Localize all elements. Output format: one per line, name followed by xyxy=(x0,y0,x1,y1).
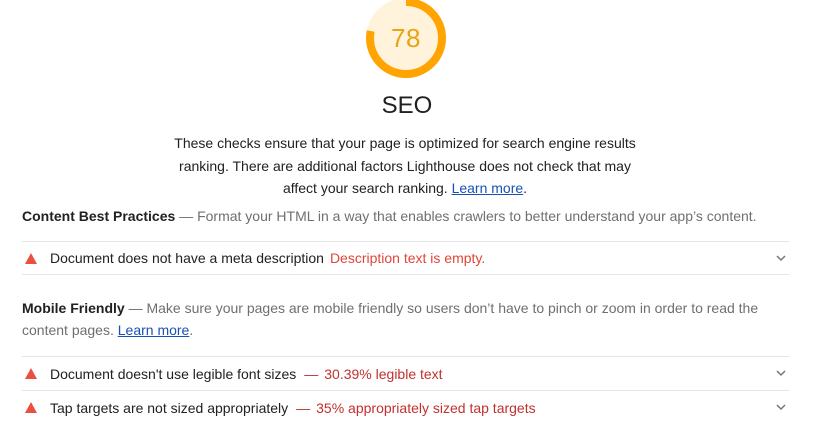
audit-title-font-size: Document doesn't use legible font sizes xyxy=(50,365,297,382)
group-learn-more-link[interactable]: Learn more xyxy=(118,322,190,338)
category-learn-more-link[interactable]: Learn more xyxy=(452,180,524,196)
score-gauge: 78 xyxy=(362,0,450,82)
category-description-period: . xyxy=(523,180,528,196)
audit-display-meta-description: Description text is empty. xyxy=(329,250,486,266)
group-description-period: . xyxy=(189,322,194,338)
chevron-down-icon[interactable] xyxy=(775,367,787,379)
audit-separator-font-size: — xyxy=(304,365,319,382)
group-title-content: Content Best Practices xyxy=(22,208,176,224)
group-title-mobile: Mobile Friendly xyxy=(22,300,125,316)
group-header-content-best-practices: Content Best Practices — Format your HTM… xyxy=(22,205,792,227)
audit-tap-targets[interactable]: Tap targets are not sized appropriately … xyxy=(22,390,789,424)
score-value: 78 xyxy=(391,23,421,53)
chevron-down-icon[interactable] xyxy=(775,252,787,264)
category-title: SEO xyxy=(381,92,433,119)
audit-separator-tap-targets: — xyxy=(296,399,311,416)
fail-triangle-icon xyxy=(24,401,38,415)
group-separator-mobile: — xyxy=(128,300,143,316)
fail-triangle-icon xyxy=(24,251,38,265)
category-description-text: These checks ensure that your page is op… xyxy=(174,135,636,196)
category-description: These checks ensure that your page is op… xyxy=(170,132,640,200)
audit-font-size[interactable]: Document doesn't use legible font sizes … xyxy=(22,356,789,390)
chevron-down-icon[interactable] xyxy=(775,401,787,413)
audit-meta-description[interactable]: Document does not have a meta descriptio… xyxy=(22,241,789,275)
audit-display-font-size: 30.39% legible text xyxy=(324,365,443,382)
audit-title-meta-description: Document does not have a meta descriptio… xyxy=(50,250,324,266)
audit-title-tap-targets: Tap targets are not sized appropriately xyxy=(50,399,289,416)
fail-triangle-icon xyxy=(24,367,38,381)
group-description-content: Format your HTML in a way that enables c… xyxy=(197,208,757,224)
group-header-mobile-friendly: Mobile Friendly — Make sure your pages a… xyxy=(22,297,792,341)
group-separator-content: — xyxy=(179,208,194,224)
audit-display-tap-targets: 35% appropriately sized tap targets xyxy=(316,399,536,416)
